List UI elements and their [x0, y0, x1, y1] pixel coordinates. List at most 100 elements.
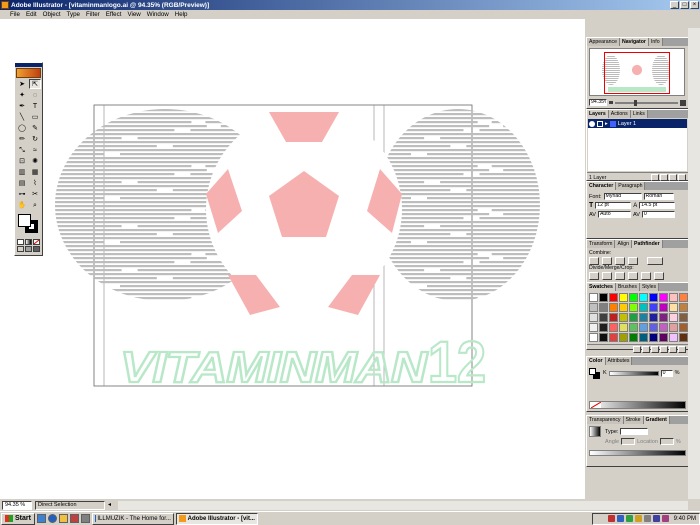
magic-wand-tool-icon[interactable]: ✦ [16, 90, 28, 100]
swatch[interactable] [659, 303, 668, 312]
graph-tool-icon[interactable]: ▥ [16, 167, 28, 177]
show-gradient-swatches-button[interactable] [651, 346, 659, 353]
swatches-panel[interactable]: Swatches Brushes Styles [586, 282, 689, 353]
gradient-mode-button[interactable] [25, 239, 32, 245]
tab-transparency[interactable]: Transparency [587, 416, 624, 424]
zoom-in-icon[interactable] [680, 99, 686, 106]
artboard-svg[interactable]: VITAMINMAN 12 [0, 19, 585, 499]
zoom-tool-icon[interactable]: ⌕ [29, 200, 41, 210]
menu-file[interactable]: File [10, 11, 20, 18]
document-canvas[interactable]: VITAMINMAN 12 ➤ ⇱ ✦ ◌ ✒ T ╲ ▭ ◯ ✎ ✏ ↻ ⤡ … [0, 19, 585, 499]
swatch[interactable] [609, 333, 618, 342]
tab-align[interactable]: Align [615, 240, 632, 248]
none-mode-button[interactable] [33, 239, 40, 245]
swatch[interactable] [619, 323, 628, 332]
tray-icon-7[interactable] [661, 515, 669, 522]
line-tool-icon[interactable]: ╲ [16, 112, 28, 122]
gradient-panel[interactable]: Transparency Stroke Gradient Type: Angle… [586, 415, 689, 467]
tab-actions[interactable]: Actions [608, 110, 631, 118]
tab-attributes[interactable]: Attributes [605, 357, 633, 365]
swatch[interactable] [629, 293, 638, 302]
k-slider[interactable] [608, 370, 659, 376]
swatch[interactable] [649, 303, 658, 312]
tab-pathfinder[interactable]: Pathfinder [632, 240, 663, 248]
swatch[interactable] [619, 333, 628, 342]
tray-icon-2[interactable] [616, 515, 624, 522]
lasso-tool-icon[interactable]: ◌ [29, 90, 41, 100]
warp-tool-icon[interactable]: ≈ [29, 145, 41, 155]
standard-screen-mode-button[interactable] [17, 246, 24, 252]
direct-selection-tool-icon[interactable]: ⇱ [29, 79, 41, 89]
eyedropper-tool-icon[interactable]: ⌇ [29, 178, 41, 188]
swatch[interactable] [639, 323, 648, 332]
mesh-tool-icon[interactable]: ▦ [29, 167, 41, 177]
tab-links[interactable]: Links [630, 110, 648, 118]
minus-back-button[interactable] [654, 271, 664, 280]
layer-row[interactable]: ▸ Layer 1 [588, 119, 687, 128]
exclude-overlap-button[interactable] [628, 256, 638, 265]
swatch[interactable] [659, 323, 668, 332]
trim-button[interactable] [602, 271, 612, 280]
vitaminman-logo[interactable]: VITAMINMAN 12 [119, 329, 487, 396]
quicklaunch-extra-icon[interactable] [80, 514, 90, 523]
menu-help[interactable]: Help [175, 11, 188, 18]
swatch[interactable] [639, 303, 648, 312]
status-arrow-icon[interactable]: ◂ [108, 501, 115, 510]
swatch[interactable] [659, 293, 668, 302]
fill-swatch[interactable] [18, 214, 31, 227]
navigator-zoom-field[interactable]: 94.35% [589, 99, 607, 106]
swatch[interactable] [669, 313, 678, 322]
toolbox-titlebar[interactable] [15, 63, 42, 67]
current-tool-status[interactable]: Direct Selection [35, 500, 105, 510]
new-layer-button[interactable] [669, 174, 677, 181]
color-mode-button[interactable] [17, 239, 24, 245]
maximize-button[interactable]: □ [680, 1, 689, 9]
lock-column-icon[interactable] [597, 120, 603, 127]
leading-field[interactable]: 14.5 pt [639, 202, 676, 209]
tracking-field[interactable]: 0 [641, 211, 675, 218]
tray-icon-4[interactable] [634, 515, 642, 522]
zoom-level-field[interactable]: 94.35 % [2, 500, 32, 510]
menu-object[interactable]: Object [43, 11, 61, 18]
swatch[interactable] [639, 293, 648, 302]
tab-stroke[interactable]: Stroke [623, 416, 644, 424]
swatch[interactable] [669, 303, 678, 312]
media-player-icon[interactable] [69, 514, 79, 523]
taskbar-item-browser[interactable]: ILLMUZIK - The Home for... [91, 512, 174, 525]
angle-field[interactable] [621, 438, 636, 445]
toolbox-palette[interactable]: ➤ ⇱ ✦ ◌ ✒ T ╲ ▭ ◯ ✎ ✏ ↻ ⤡ ≈ ⊡ ✺ ▥ ▦ ▤ ⌇ … [14, 62, 43, 256]
symbol-sprayer-tool-icon[interactable]: ✺ [29, 156, 41, 166]
swatch[interactable] [659, 333, 668, 342]
swatch[interactable] [629, 313, 638, 322]
crop-button[interactable] [628, 271, 638, 280]
swatch[interactable] [649, 333, 658, 342]
swatch[interactable] [649, 293, 658, 302]
navigator-zoom-slider[interactable] [615, 99, 678, 106]
tab-styles[interactable]: Styles [639, 283, 660, 291]
tab-layers[interactable]: Layers [587, 110, 609, 118]
navigator-panel[interactable]: Appearance Navigator Info 94.35% [586, 37, 689, 109]
swatch[interactable] [619, 313, 628, 322]
swatch[interactable] [589, 293, 598, 302]
swatch[interactable] [669, 323, 678, 332]
divide-button[interactable] [589, 271, 599, 280]
none-color-icon[interactable] [591, 402, 601, 408]
rotate-tool-icon[interactable]: ↻ [29, 134, 41, 144]
tab-navigator[interactable]: Navigator [619, 38, 649, 46]
full-screen-mode-button[interactable] [33, 246, 40, 252]
tab-appearance[interactable]: Appearance [587, 38, 620, 46]
outline-button[interactable] [641, 271, 651, 280]
gradient-tool-icon[interactable]: ▤ [16, 178, 28, 188]
gradient-preview[interactable] [589, 426, 601, 437]
swatch[interactable] [589, 303, 598, 312]
zoom-out-icon[interactable] [609, 101, 613, 104]
tab-character[interactable]: Character [587, 182, 617, 190]
character-panel[interactable]: Character Paragraph Font: Myriad Roman T… [586, 181, 689, 239]
k-value-field[interactable]: 0 [660, 369, 673, 377]
color-panel[interactable]: Color Attributes K 0 % [586, 356, 689, 412]
tray-icon-1[interactable] [607, 515, 615, 522]
swatch[interactable] [599, 303, 608, 312]
layer-name[interactable]: Layer 1 [618, 121, 636, 127]
outlook-icon[interactable] [58, 514, 68, 523]
minimize-button[interactable]: _ [670, 1, 679, 9]
